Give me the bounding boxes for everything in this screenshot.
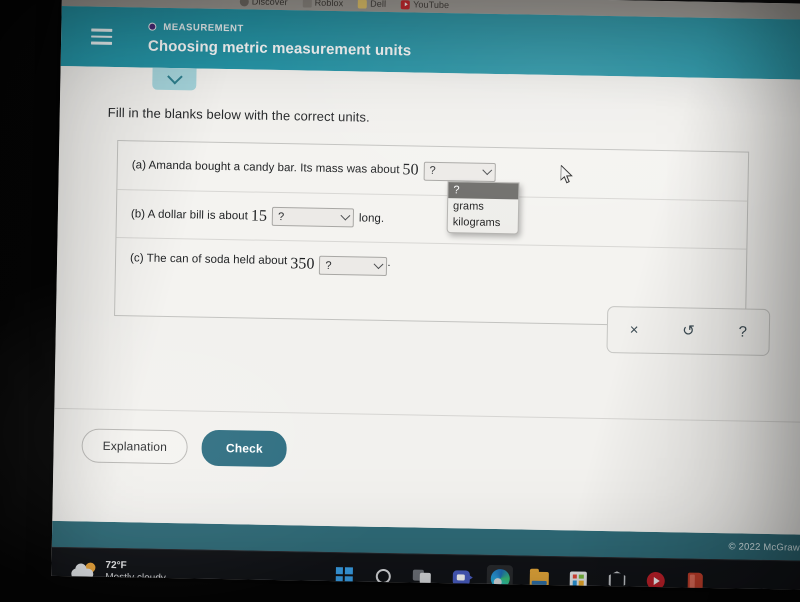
- search-icon: [375, 568, 391, 584]
- copyright-text: © 2022 McGraw: [728, 540, 800, 554]
- roblox-icon: [302, 0, 312, 8]
- task-view-icon: [412, 569, 431, 584]
- mouse-cursor: [560, 165, 573, 184]
- partly-cloudy-icon: [71, 562, 97, 580]
- bookmark-label: Dell: [370, 0, 387, 9]
- dropdown-option[interactable]: grams: [448, 198, 518, 215]
- question-mark-icon[interactable]: ?: [731, 320, 754, 343]
- bookmark-roblox[interactable]: Roblox: [302, 0, 344, 9]
- chevron-down-icon: [374, 259, 384, 270]
- office-icon: [687, 572, 703, 590]
- edge-icon: [490, 568, 510, 588]
- windows-start-icon: [335, 566, 353, 584]
- bookmark-label: YouTube: [413, 0, 450, 11]
- unit-select-c[interactable]: ?: [319, 255, 388, 277]
- question-number-a: 50: [402, 161, 419, 179]
- main-content: Fill in the blanks below with the correc…: [52, 65, 800, 535]
- chevron-down-icon: [340, 210, 351, 221]
- chevron-down-icon: [166, 68, 183, 85]
- collapse-panel-toggle[interactable]: [152, 67, 197, 91]
- media-player-icon: [646, 571, 665, 590]
- bookmark-label: Discover: [251, 0, 288, 8]
- weather-description: Mostly cloudy: [105, 571, 166, 584]
- topic-label: MEASUREMENT: [163, 21, 244, 34]
- undo-icon[interactable]: ↺: [675, 319, 702, 342]
- unit-dropdown-list[interactable]: ? grams kilograms: [446, 181, 520, 235]
- dropdown-option[interactable]: ?: [448, 182, 519, 200]
- chevron-down-icon: [482, 164, 493, 175]
- unit-select-value-c: ?: [325, 259, 332, 272]
- office-button[interactable]: [682, 568, 708, 590]
- topic-dot-icon: [148, 22, 157, 31]
- question-panel: (a) Amanda bought a candy bar. Its mass …: [114, 140, 750, 328]
- bookmark-youtube[interactable]: YouTube: [401, 0, 449, 10]
- youtube-icon: [401, 0, 411, 9]
- screen-content: Discover Roblox Dell YouTube MEASUREMENT…: [51, 0, 800, 590]
- weather-temperature: 72°F: [105, 559, 127, 571]
- start-button[interactable]: [331, 562, 357, 588]
- laptop-screen-photo: Discover Roblox Dell YouTube MEASUREMENT…: [0, 0, 800, 602]
- explanation-button[interactable]: Explanation: [81, 428, 189, 465]
- task-view-button[interactable]: [409, 563, 435, 589]
- store-button[interactable]: [565, 566, 591, 589]
- dropdown-option[interactable]: kilograms: [448, 214, 518, 231]
- action-button-row: Explanation Check: [81, 427, 288, 468]
- check-button[interactable]: Check: [201, 429, 288, 468]
- unit-select-a[interactable]: ?: [423, 161, 496, 182]
- header-title-block: MEASUREMENT Choosing metric measurement …: [148, 21, 412, 59]
- weather-widget[interactable]: 72°F Mostly cloudy: [51, 558, 166, 584]
- unit-select-value-b: ?: [277, 210, 285, 223]
- question-suffix-b: long.: [358, 211, 385, 225]
- question-text-a: (a) Amanda bought a candy bar. Its mass …: [131, 159, 400, 177]
- unit-select-value-a: ?: [429, 164, 436, 177]
- answer-toolbar: × ↺ ?: [606, 306, 771, 357]
- bookmark-discover[interactable]: Discover: [239, 0, 288, 8]
- question-suffix-c: .: [387, 257, 391, 270]
- bookmark-dell[interactable]: Dell: [358, 0, 386, 9]
- edge-button[interactable]: [486, 564, 514, 590]
- page-title: Choosing metric measurement units: [147, 37, 412, 59]
- bookmark-label: Roblox: [314, 0, 344, 9]
- question-number-b: 15: [250, 207, 268, 225]
- hamburger-icon[interactable]: [91, 28, 113, 45]
- file-explorer-button[interactable]: [526, 566, 552, 590]
- 3d-viewer-button[interactable]: [604, 567, 630, 590]
- close-x-icon[interactable]: ×: [623, 318, 646, 341]
- discover-icon: [239, 0, 249, 6]
- media-player-button[interactable]: [643, 568, 669, 590]
- search-button[interactable]: [370, 563, 396, 589]
- folder-icon: [358, 0, 368, 9]
- teams-icon: [452, 569, 470, 586]
- divider: [54, 407, 800, 423]
- question-text-b: (b) A dollar bill is about: [130, 207, 249, 222]
- microsoft-store-icon: [569, 570, 587, 589]
- folder-icon: [529, 571, 549, 587]
- cube-icon: [608, 571, 625, 589]
- question-text-c: (c) The can of soda held about: [129, 252, 288, 268]
- teams-button[interactable]: [448, 564, 474, 590]
- unit-select-b[interactable]: ?: [271, 206, 355, 228]
- taskbar-icons: [331, 562, 708, 590]
- topic-row: MEASUREMENT: [148, 21, 412, 37]
- question-number-c: 350: [290, 255, 315, 273]
